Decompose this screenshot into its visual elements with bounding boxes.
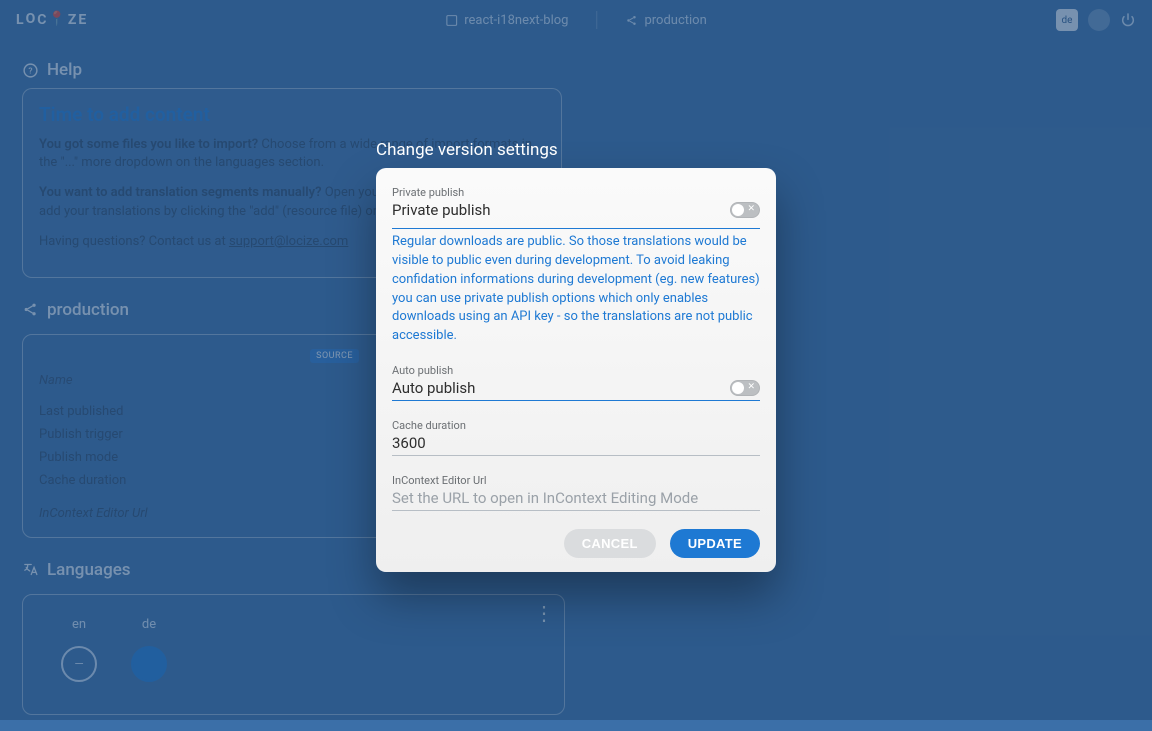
modal-wrap: Change version settings Private publish …: [0, 0, 1152, 720]
private-publish-field: Private publish Private publish ✕ Regula…: [392, 186, 760, 346]
cache-duration-input[interactable]: 3600: [392, 434, 760, 452]
private-publish-help: Regular downloads are public. So those t…: [392, 228, 760, 346]
private-publish-toggle[interactable]: ✕: [730, 202, 760, 218]
cancel-button[interactable]: CANCEL: [564, 529, 656, 558]
toggle-off-icon: ✕: [747, 382, 755, 392]
auto-publish-toggle[interactable]: ✕: [730, 380, 760, 396]
version-settings-modal: Private publish Private publish ✕ Regula…: [376, 168, 776, 572]
field-row[interactable]: Set the URL to open in InContext Editing…: [392, 489, 760, 511]
private-publish-label: Private publish: [392, 201, 730, 219]
field-small-label: InContext Editor Url: [392, 474, 760, 487]
auto-publish-field: Auto publish Auto publish ✕: [392, 364, 760, 401]
field-small-label: Private publish: [392, 186, 760, 199]
modal-title: Change version settings: [376, 140, 776, 160]
auto-publish-label: Auto publish: [392, 379, 730, 397]
field-row: Private publish ✕: [392, 201, 760, 222]
cache-duration-field: Cache duration 3600: [392, 419, 760, 456]
field-row: Auto publish ✕: [392, 379, 760, 401]
field-row[interactable]: 3600: [392, 434, 760, 456]
incontext-url-field: InContext Editor Url Set the URL to open…: [392, 474, 760, 511]
incontext-url-input[interactable]: Set the URL to open in InContext Editing…: [392, 489, 760, 507]
field-small-label: Auto publish: [392, 364, 760, 377]
modal-actions: CANCEL UPDATE: [392, 529, 760, 558]
update-button[interactable]: UPDATE: [670, 529, 760, 558]
toggle-off-icon: ✕: [747, 204, 755, 214]
field-small-label: Cache duration: [392, 419, 760, 432]
